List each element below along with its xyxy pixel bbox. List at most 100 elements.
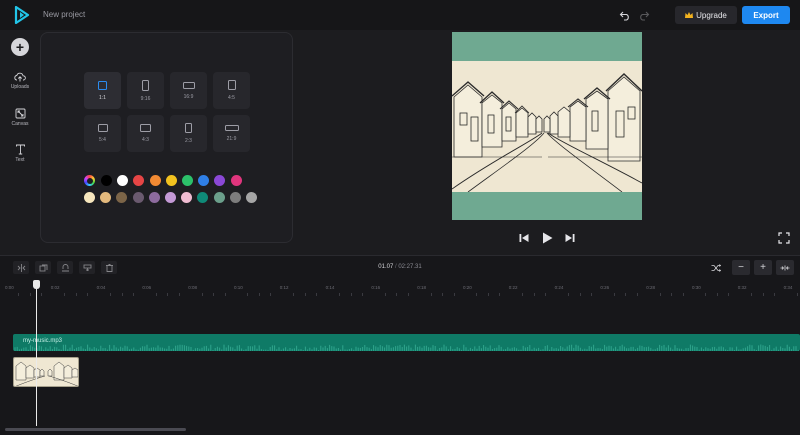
ratio-option-4-3[interactable]: 4:3: [127, 115, 164, 152]
ratio-option-1-1[interactable]: 1:1: [84, 72, 121, 109]
redo-icon[interactable]: [638, 9, 650, 21]
color-swatch[interactable]: [214, 175, 226, 186]
ratio-label: 4:3: [142, 137, 149, 143]
app-logo-icon[interactable]: [14, 6, 30, 24]
ruler-tick: [167, 293, 169, 296]
project-name[interactable]: New project: [43, 10, 85, 19]
ruler-tick: [213, 293, 215, 296]
ruler-tick: [304, 293, 306, 296]
ruler-tick: [316, 293, 318, 296]
sidebar-item-text[interactable]: Text: [0, 144, 40, 163]
audio-track-name: my-music.mp3: [23, 338, 63, 344]
ratio-5-4-shape: [97, 124, 108, 132]
ratio-label: 9:16: [140, 95, 151, 102]
upgrade-button[interactable]: Upgrade: [675, 6, 737, 24]
ruler-tick: [568, 293, 570, 296]
skip-back-icon[interactable]: [517, 231, 531, 245]
color-swatch[interactable]: [230, 175, 242, 186]
color-swatch[interactable]: [198, 175, 210, 186]
fit-timeline-button[interactable]: [776, 260, 794, 275]
color-swatch[interactable]: [181, 192, 193, 203]
timecode-display: 01.07 / 02:27.31: [0, 264, 800, 270]
ruler-tick: [361, 293, 363, 296]
ratio-9-16-shape: [142, 79, 149, 91]
audio-track-clip[interactable]: my-music.mp3: [13, 334, 800, 351]
sidebar-item-label: Text: [15, 157, 25, 163]
ruler-tick: [155, 293, 157, 296]
color-swatch[interactable]: [117, 175, 129, 186]
undo-icon[interactable]: [619, 9, 631, 21]
left-sidebar: + Uploads Canvas Text: [0, 30, 40, 255]
ratio-4-5-shape: [227, 80, 236, 90]
color-swatch[interactable]: [197, 192, 209, 203]
sidebar-item-canvas[interactable]: Canvas: [0, 108, 40, 127]
color-swatch[interactable]: [133, 175, 145, 186]
crown-icon: [685, 11, 694, 18]
ruler-tick: [453, 293, 455, 296]
ruler-tick-label: 0:20: [463, 285, 472, 290]
video-preview-canvas[interactable]: [452, 32, 642, 220]
ruler-tick: [201, 293, 203, 296]
ratio-16-9-shape: [182, 81, 195, 89]
ratio-label: 5:4: [99, 137, 106, 143]
ratio-option-9-16[interactable]: 9:16: [127, 72, 164, 109]
ruler-tick-label: 0:00: [5, 285, 14, 290]
ratio-2-3-shape: [185, 123, 192, 133]
color-swatch[interactable]: [182, 175, 193, 186]
color-swatch[interactable]: [165, 175, 177, 186]
color-picker-center: [86, 177, 93, 184]
color-swatch[interactable]: [116, 192, 128, 203]
ratio-label: 16:9: [183, 93, 194, 100]
zoom-in-button[interactable]: +: [754, 260, 772, 275]
upload-cloud-icon: [14, 72, 26, 82]
ruler-tick: [350, 293, 352, 296]
ruler-tick-label: 0:12: [279, 285, 289, 290]
play-icon[interactable]: [540, 231, 554, 245]
timeline-ruler[interactable]: 0:00 0:02 0:04 0:06 0:08 0:10 0:12 0:14 0:16 0:18…: [0, 282, 800, 296]
video-track-clip[interactable]: [13, 357, 79, 387]
playhead-line[interactable]: [36, 280, 37, 426]
color-swatch[interactable]: [213, 192, 225, 203]
timeline-horizontal-scrollbar[interactable]: [5, 428, 186, 431]
ratio-option-21-9[interactable]: 21:9: [213, 115, 250, 152]
skip-forward-icon[interactable]: [563, 231, 577, 245]
snap-toggle-button[interactable]: [707, 260, 725, 275]
sidebar-item-label: Canvas: [11, 121, 29, 127]
ruler-tick: [258, 293, 260, 296]
custom-color-picker-icon[interactable]: [84, 175, 95, 186]
export-button[interactable]: Export: [742, 6, 790, 24]
sidebar-item-uploads[interactable]: Uploads: [0, 72, 40, 90]
color-swatch[interactable]: [149, 175, 161, 186]
ruler-tick-label: 0:28: [646, 285, 655, 290]
color-swatch[interactable]: [84, 192, 95, 203]
color-swatch[interactable]: [246, 192, 257, 203]
ratio-label: 1:1: [99, 94, 106, 101]
playhead-handle[interactable]: [33, 280, 40, 289]
add-media-button[interactable]: +: [11, 38, 29, 56]
ratio-option-5-4[interactable]: 5:4: [84, 115, 121, 152]
ratio-option-4-5[interactable]: 4:5: [213, 72, 250, 109]
ruler-tick-label: 0:08: [188, 285, 197, 290]
color-swatch[interactable]: [100, 192, 112, 203]
ruler-tick: [132, 293, 134, 296]
ratio-21-9-shape: [224, 125, 239, 131]
ratio-label: 4:5: [228, 95, 235, 101]
ruler-tick: [18, 293, 20, 296]
text-icon: [15, 144, 25, 155]
ruler-tick: [396, 293, 398, 296]
color-swatch[interactable]: [101, 175, 112, 186]
color-swatch[interactable]: [148, 192, 160, 203]
fullscreen-icon[interactable]: [778, 232, 790, 244]
upgrade-label: Upgrade: [696, 10, 727, 20]
timeline-panel: 01.07 / 02:27.31 − + 0:00 0:02 0:04 0:06 0:0…: [0, 255, 800, 435]
color-swatch[interactable]: [165, 192, 176, 203]
ratio-option-2-3[interactable]: 2:3: [170, 115, 207, 152]
ratio-option-16-9[interactable]: 16:9: [170, 72, 207, 109]
color-swatch[interactable]: [229, 192, 241, 203]
ratio-4-3-shape: [140, 124, 151, 132]
zoom-out-button[interactable]: −: [732, 260, 750, 275]
ruler-tick: [87, 293, 89, 296]
ruler-tick: [178, 293, 180, 296]
color-swatch[interactable]: [132, 192, 144, 203]
fit-to-screen-icon: [780, 265, 790, 270]
